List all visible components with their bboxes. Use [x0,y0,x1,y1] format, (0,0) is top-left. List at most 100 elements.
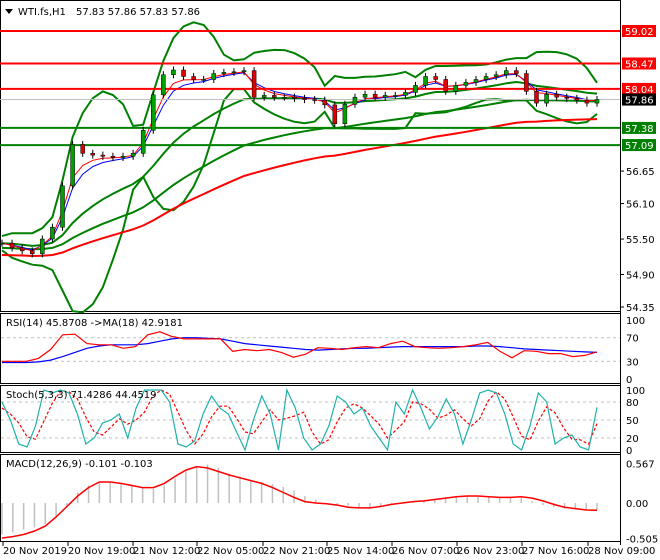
candle-body [60,185,65,228]
candle-body [9,242,15,249]
macd-tick-label: -0.505 [626,534,658,545]
candle-body [80,144,85,154]
candle-body [221,72,227,74]
macd-title: MACD(12,26,9) -0.101 -0.103 [6,459,153,470]
time-tick-label: 22 Nov 21:00 [263,546,330,557]
candle-body [544,93,549,104]
time-tick-label: 20 Nov 19:00 [68,546,135,557]
candle-body [554,93,559,98]
candle-body [534,91,539,104]
stoch-tick-label: 50 [626,416,639,427]
candle-body [413,85,418,93]
time-tick-label: 28 Nov 09:00 [588,546,655,557]
macd-tick-label: 0.00 [626,499,648,510]
trading-chart[interactable]: 56.6556.1055.5054.9054.3559.0258.4758.04… [0,0,660,560]
candle-body [503,70,509,75]
candle-body [30,250,35,255]
chart-header: WTI.fs,H1 57.83 57.86 57.83 57.86 [5,7,200,18]
rsi-tick-label: 0 [626,375,632,386]
candle-body [463,82,469,86]
price-tick-label: 55.50 [626,235,655,246]
candle-body [90,153,96,156]
candle-body [514,70,519,74]
candle-body [524,73,529,92]
stoch-tick-label: 0 [626,446,632,457]
candle-body [110,156,116,158]
candle-body [261,95,267,98]
candle-body [100,154,106,157]
price-panel-frame [0,0,621,312]
candle-body [0,242,5,245]
candle-body [130,153,136,157]
candle-body [251,70,257,98]
candle-body [564,96,569,99]
candle-body [312,99,317,101]
level-tag-label: 58.47 [625,60,654,71]
symbol-label: WTI.fs,H1 [18,7,66,18]
rsi-tick-label: 70 [626,334,639,345]
candle-body [50,226,55,240]
candle-body [352,96,358,105]
candle-body [443,79,448,92]
candle-body [171,69,176,75]
rsi-tick-label: 100 [626,316,645,327]
candle-body [211,73,217,80]
candle-body [201,79,206,81]
time-tick-label: 25 Nov 14:00 [327,546,394,557]
candle-body [120,156,126,158]
candle-body [231,71,237,74]
candle-body [40,238,45,255]
time-tick-label: 26 Nov 23:00 [457,546,524,557]
candle-body [423,76,428,86]
candle-body [382,95,388,98]
candle-body [272,95,277,98]
price-panel[interactable] [0,0,621,314]
time-tick-label: 21 Nov 12:00 [133,546,200,557]
level-tag-label: 57.09 [625,141,654,152]
candle-body [473,79,479,83]
candle-body [584,99,590,104]
stoch-title: Stoch(5,3,3) 71.4286 44.4519 [6,390,157,401]
candle-body [140,130,146,154]
stoch-tick-label: 20 [626,434,639,445]
price-tick-label: 56.10 [626,200,655,211]
rsi-tick-label: 30 [626,357,639,368]
candle-body [191,76,196,80]
time-tick-label: 20 Nov 2019 [3,546,67,557]
price-tick-label: 54.90 [626,270,655,281]
time-tick-label: 26 Nov 07:00 [392,546,459,557]
candle-body [574,98,580,101]
candle-body [362,93,368,98]
candle-body [594,99,600,104]
macd-tick-label: 0.567 [626,459,655,470]
candle-body [151,94,156,131]
level-tag-label: 59.02 [625,27,654,38]
candle-body [302,98,307,100]
stoch-tick-label: 100 [626,386,645,397]
candle-body [403,92,408,96]
candle-body [282,96,287,99]
rsi-title: RSI(14) 45.8708 ->MA(18) 42.9181 [6,318,183,329]
level-tag-label: 57.38 [625,124,654,135]
time-tick-label: 22 Nov 05:00 [197,546,264,557]
candle-body [322,99,327,106]
candle-body [483,76,489,80]
candle-body [493,74,499,77]
price-tick-label: 54.35 [626,303,655,314]
price-tick-label: 56.65 [626,167,655,178]
ohlc-label: 57.83 57.86 57.83 57.86 [76,7,200,18]
candle-body [181,69,186,77]
current-price-label: 57.86 [625,96,654,107]
candle-body [70,144,75,187]
candle-body [292,96,297,99]
candle-body [433,76,438,80]
stoch-tick-label: 80 [626,398,639,409]
candle-body [161,74,166,96]
candle-body [332,104,338,125]
time-tick-label: 27 Nov 16:00 [522,546,589,557]
candle-body [372,93,378,98]
candle-body [393,95,398,97]
candle-body [241,70,247,73]
candle-body [342,104,348,125]
candle-body [19,247,25,252]
